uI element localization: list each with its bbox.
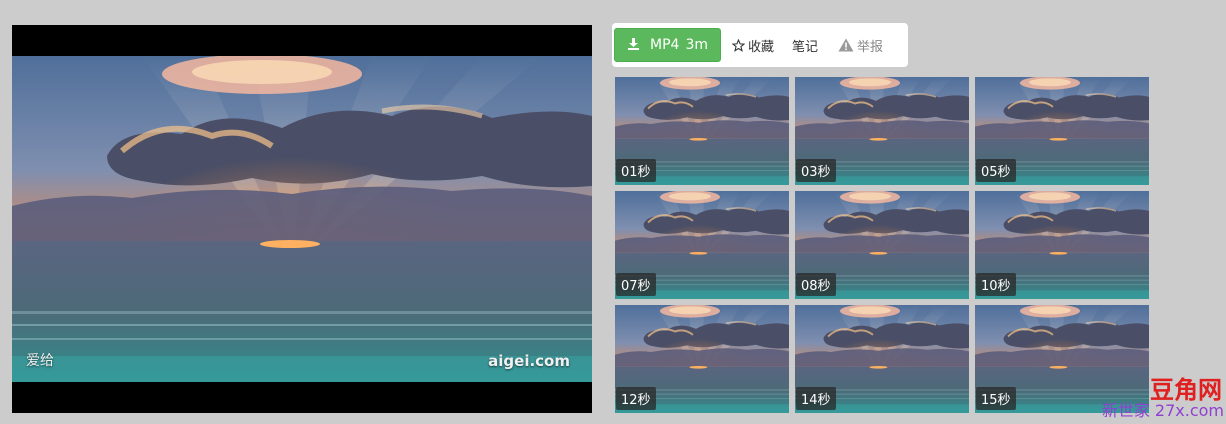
- download-button[interactable]: MP4 3m: [614, 28, 721, 62]
- thumbnail-time: 08秒: [796, 273, 836, 296]
- thumbnail[interactable]: 07秒: [615, 191, 789, 299]
- site-logo: 豆角网 新世家 27x.com: [1064, 378, 1224, 422]
- video-player[interactable]: 爱给 aigei.com: [12, 25, 592, 413]
- notes-button[interactable]: 笔记: [792, 36, 818, 55]
- thumbnail-time: 03秒: [796, 159, 836, 182]
- download-icon: [627, 37, 640, 54]
- action-toolbar: MP4 3m 收藏 笔记 举报: [612, 23, 908, 67]
- thumbnail-time: 01秒: [616, 159, 656, 182]
- download-duration: 3m: [685, 37, 708, 53]
- thumbnail-time: 07秒: [616, 273, 656, 296]
- warning-icon: [838, 38, 854, 52]
- thumbnail[interactable]: 03秒: [795, 77, 969, 185]
- site-logo-url: 新世家 27x.com: [1101, 401, 1224, 420]
- thumbnail-grid: 01秒 03秒 05秒 07秒 08秒 10秒 12秒 14秒 15秒: [615, 77, 1149, 413]
- watermark-left: 爱给: [26, 353, 54, 369]
- thumbnail-time: 14秒: [796, 387, 836, 410]
- thumbnail-time: 15秒: [976, 387, 1016, 410]
- report-button[interactable]: 举报: [838, 36, 883, 55]
- notes-label: 笔记: [792, 39, 819, 55]
- sunset-video-frame: [12, 56, 592, 382]
- report-label: 举报: [857, 39, 884, 55]
- watermark-right: aigei.com: [488, 352, 570, 370]
- video-frame[interactable]: 爱给 aigei.com: [12, 56, 592, 382]
- thumbnail-time: 10秒: [976, 273, 1016, 296]
- thumbnail[interactable]: 14秒: [795, 305, 969, 413]
- thumbnail[interactable]: 12秒: [615, 305, 789, 413]
- thumbnail-time: 12秒: [616, 387, 656, 410]
- favorite-label: 收藏: [748, 39, 775, 55]
- star-outline-icon: [732, 38, 745, 52]
- thumbnail[interactable]: 08秒: [795, 191, 969, 299]
- download-format: MP4: [650, 37, 680, 53]
- thumbnail-time: 05秒: [976, 159, 1016, 182]
- page: 爱给 aigei.com MP4 3m 收藏 笔记 举报 01秒 03秒 05秒…: [0, 0, 1226, 424]
- site-logo-name: 豆角网: [1150, 376, 1222, 404]
- thumbnail[interactable]: 10秒: [975, 191, 1149, 299]
- favorite-button[interactable]: 收藏: [732, 36, 774, 55]
- thumbnail[interactable]: 01秒: [615, 77, 789, 185]
- thumbnail[interactable]: 05秒: [975, 77, 1149, 185]
